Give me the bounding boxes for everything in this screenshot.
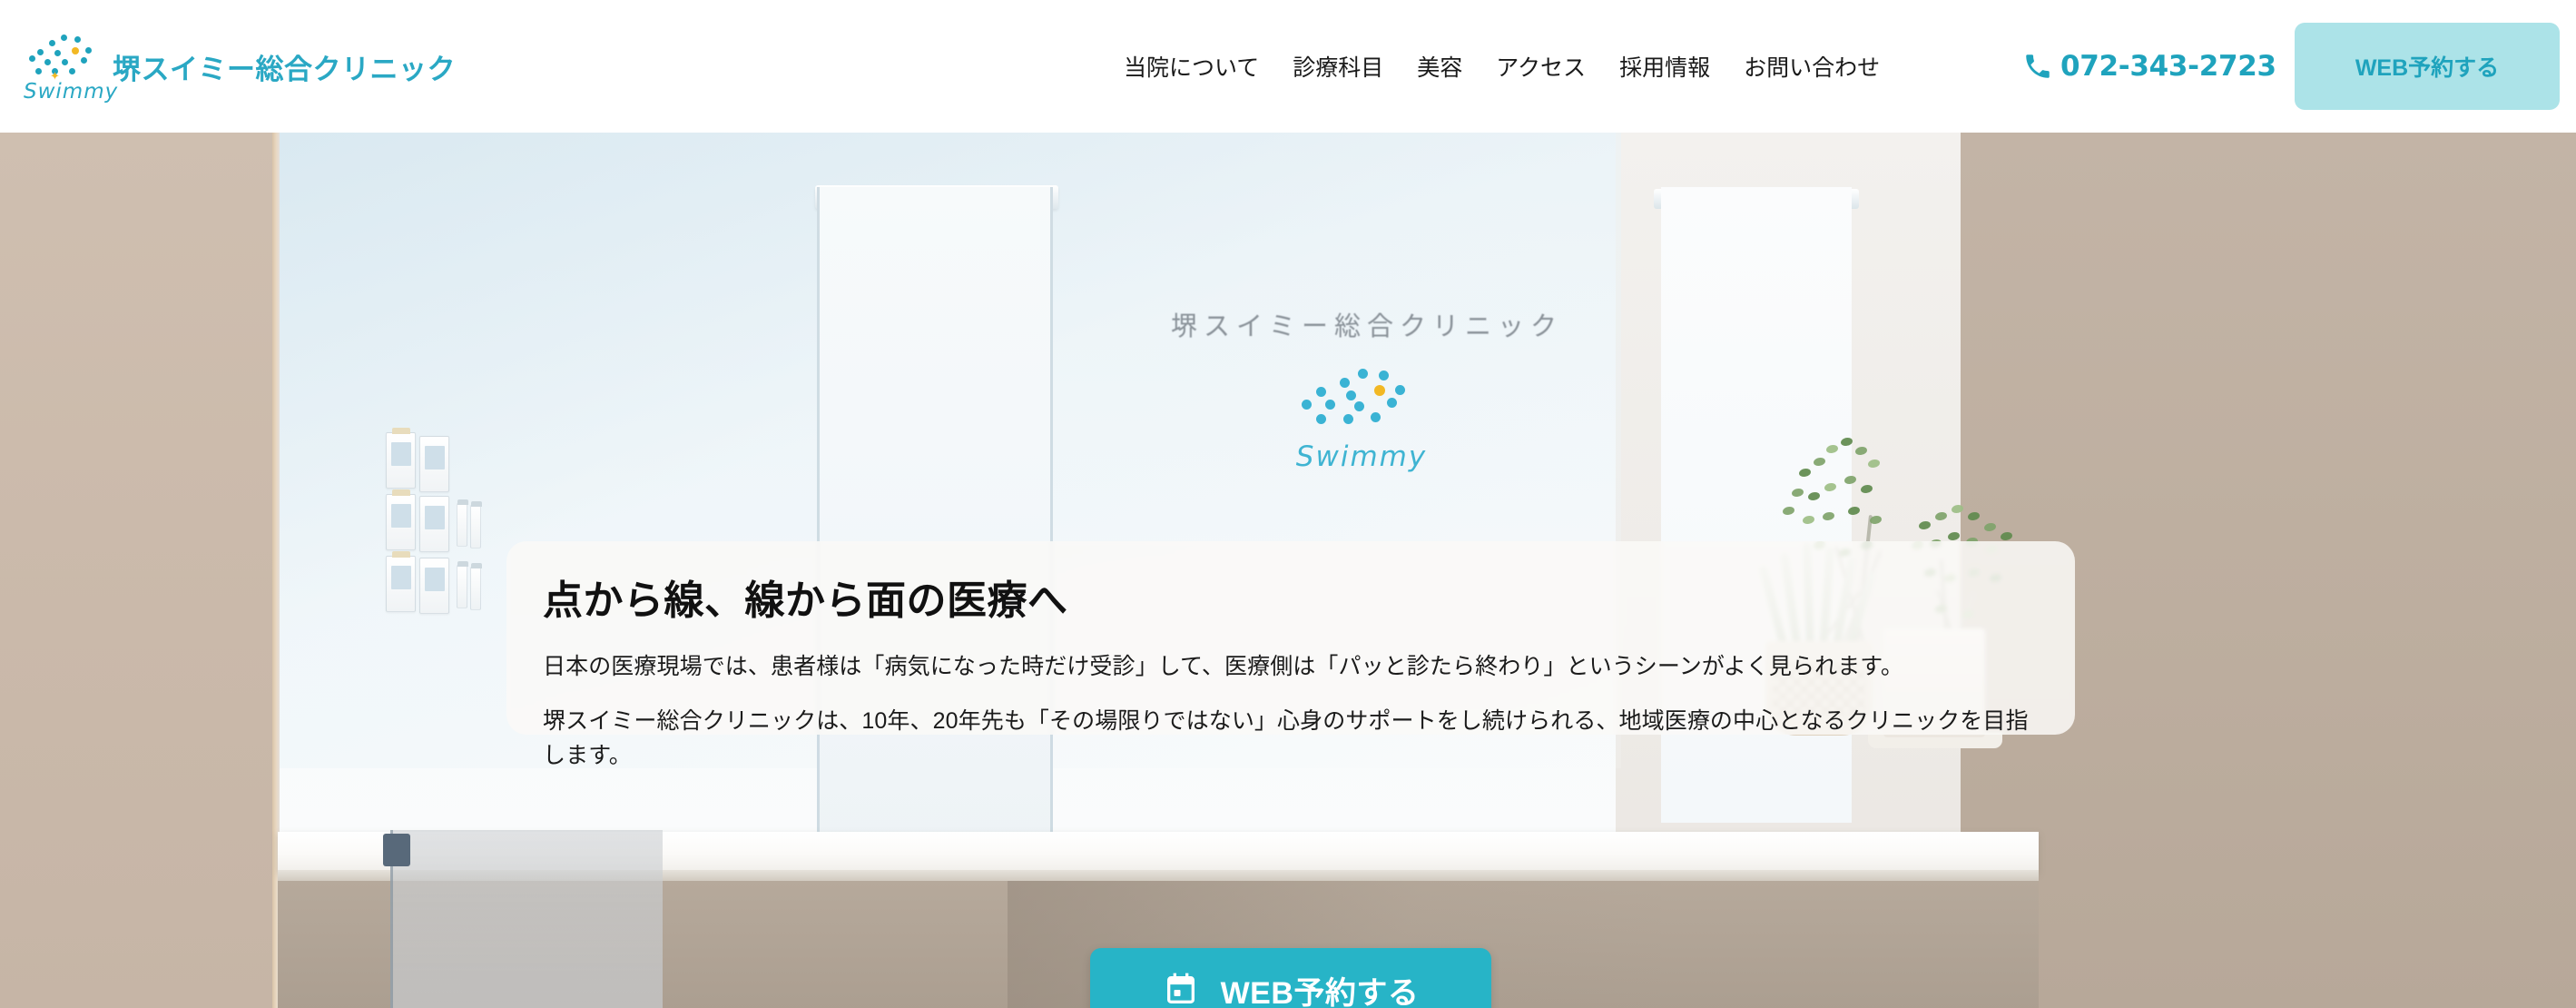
left-wall [0,133,278,1008]
logo-wordmark: Swimmy [24,80,119,104]
nav-item-about[interactable]: 当院について [1124,50,1259,83]
main-navigation: 当院について 診療科目 美容 アクセス 採用情報 お問い合わせ [1124,0,1880,133]
hero-web-reservation-button[interactable]: WEB予約する [1090,948,1491,1008]
header-web-reservation-button[interactable]: WEB予約する [2295,23,2560,110]
phone-icon [2026,54,2050,78]
nav-item-access[interactable]: アクセス [1496,50,1586,83]
nav-item-contact[interactable]: お問い合わせ [1744,50,1880,83]
glass-partition [390,830,663,1008]
brand-name: 堺スイミー総合クリニック [113,53,456,85]
page-root: ✦ Swimmy 堺スイミー総合クリニック 当院について 診療科目 美容 アクセ… [0,0,2576,1008]
phone-number: 072-343-2723 [2060,50,2276,83]
site-header: ✦ Swimmy 堺スイミー総合クリニック 当院について 診療科目 美容 アクセ… [0,0,2576,133]
nav-item-departments[interactable]: 診療科目 [1293,50,1383,83]
hero-cta-label: WEB予約する [1220,975,1420,1008]
brand-home-link[interactable]: ✦ Swimmy 堺スイミー総合クリニック [22,27,456,105]
hero-section: 堺スイミー総合クリニック Swimmy 点から線、線から面の医療へ 日本の医療現… [0,133,2576,1008]
hero-text-card: 点から線、線から面の医療へ 日本の医療現場では、患者様は「病気になった時だけ受診… [506,541,2075,768]
hero-title: 点から線、線から面の医療へ [543,578,1068,623]
hero-paragraph-2: 堺スイミー総合クリニックは、10年、20年先も「その場限りではない」心身のサポー… [543,707,2029,768]
hero-paragraph-1: 日本の医療現場では、患者様は「病気になった時だけ受診」して、医療側は「パッと診た… [543,653,1904,679]
nav-item-beauty[interactable]: 美容 [1417,50,1462,83]
nav-item-recruit[interactable]: 採用情報 [1619,50,1710,83]
shelf-products [386,428,495,641]
glass-partition-top-clamp [383,834,410,866]
phone-link[interactable]: 072-343-2723 [2022,0,2276,133]
swimmy-dots-logo-icon: ✦ Swimmy [22,27,117,105]
calendar-icon [1166,973,1195,1003]
